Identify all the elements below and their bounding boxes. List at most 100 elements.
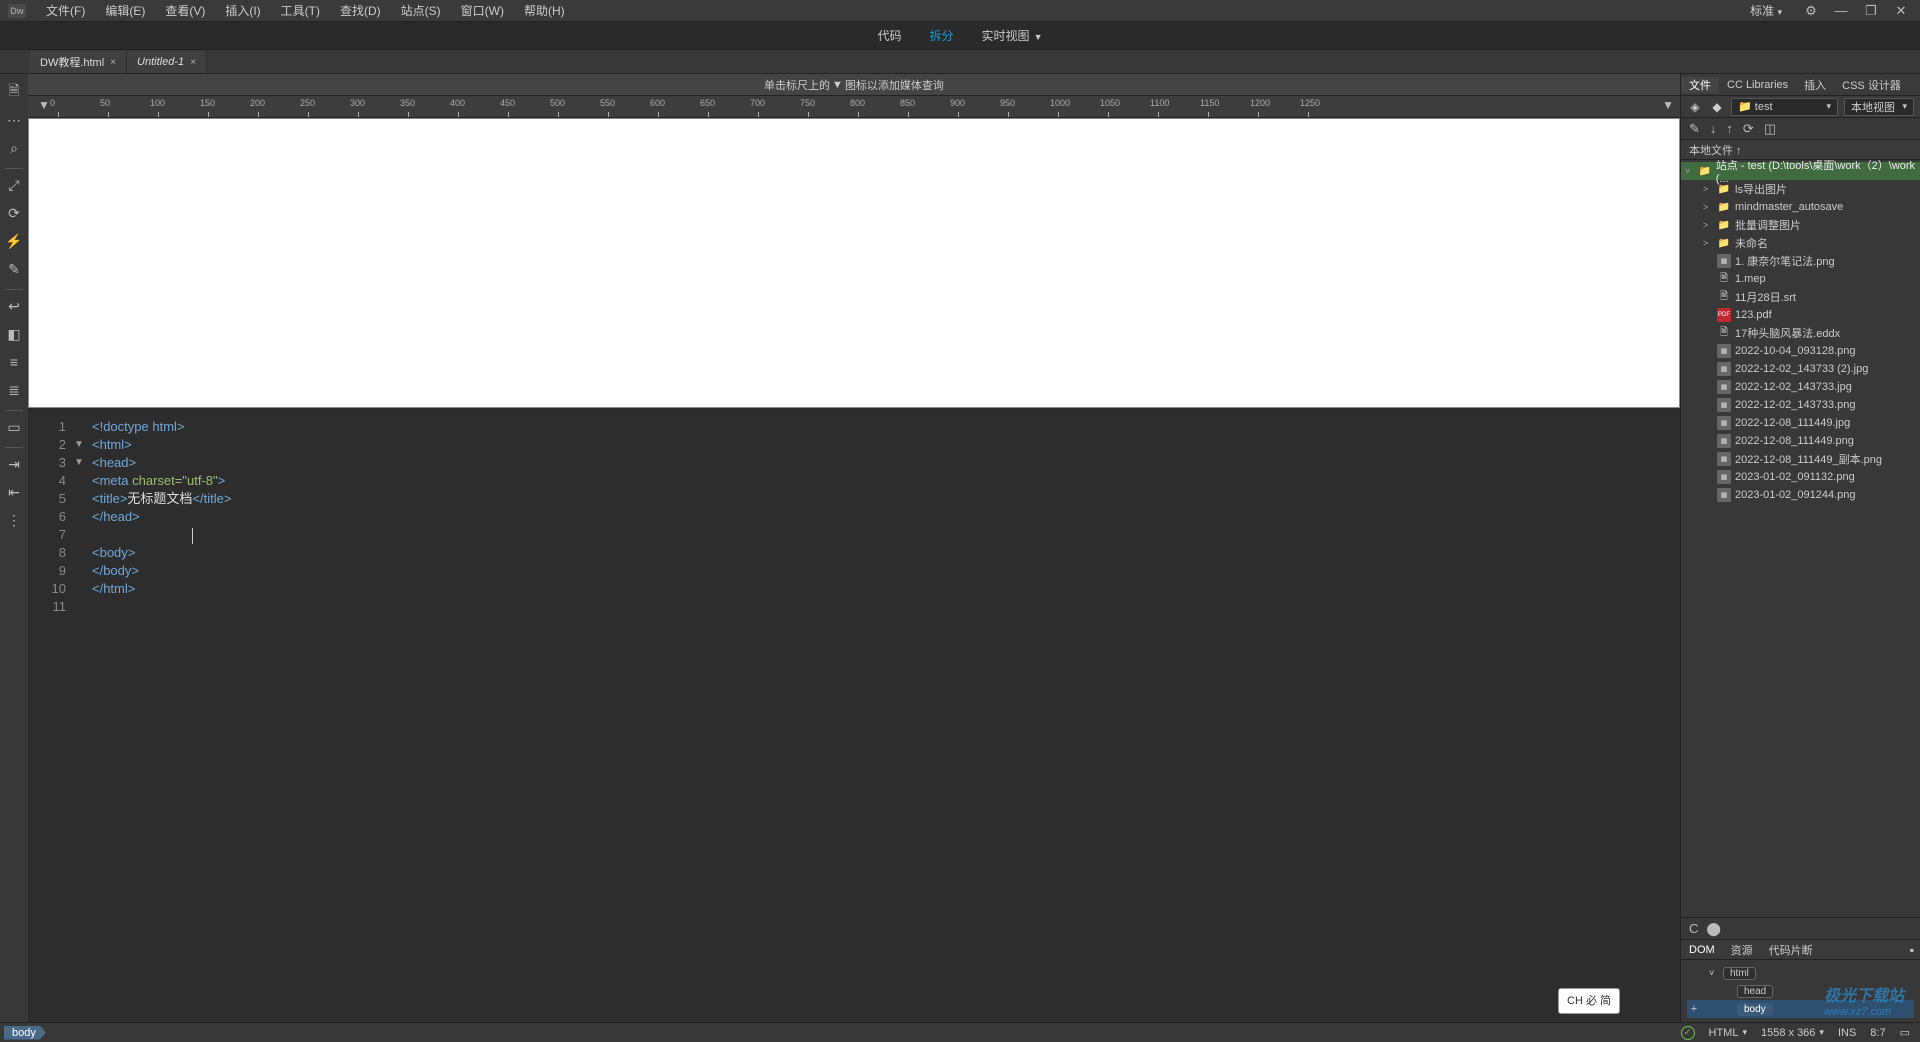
site-dropdown[interactable]: 📁 test▾ — [1731, 98, 1838, 116]
insert-mode[interactable]: INS — [1838, 1027, 1856, 1039]
diamond-icon[interactable]: ◆ — [1709, 99, 1725, 115]
settings-icon[interactable]: ⚙ — [1800, 3, 1822, 19]
preview-icon[interactable]: ▭ — [1900, 1026, 1910, 1039]
dom-node-head[interactable]: head — [1687, 982, 1914, 1000]
menu-工具(T)[interactable]: 工具(T) — [271, 2, 330, 19]
dom-tab-代码片断[interactable]: 代码片断 — [1761, 942, 1821, 958]
file-1. 康奈尔笔记法.png[interactable]: ▦1. 康奈尔笔记法.png — [1681, 252, 1920, 270]
lang-selector[interactable]: HTML▾ — [1709, 1027, 1747, 1039]
file-tree: ˅📁站点 - test (D:\tools\桌面\work（2）\work (.… — [1681, 160, 1920, 917]
more-tool-icon[interactable]: ⋮ — [2, 508, 26, 532]
file-未命名[interactable]: >📁未命名 — [1681, 234, 1920, 252]
refresh-files-icon[interactable]: C — [1689, 921, 1698, 936]
manage-tool-icon[interactable]: ⋯ — [2, 108, 26, 132]
site-root[interactable]: ˅📁站点 - test (D:\tools\桌面\work（2）\work (.… — [1681, 162, 1920, 180]
view-live[interactable]: 实时视图▼ — [976, 25, 1049, 46]
format-tool-icon[interactable]: ≣ — [2, 378, 26, 402]
file-mindmaster_autosave[interactable]: >📁mindmaster_autosave — [1681, 198, 1920, 216]
file-11月28日.srt[interactable]: 🗎11月28日.srt — [1681, 288, 1920, 306]
breadcrumb-body[interactable]: body — [4, 1026, 46, 1040]
sync-icon[interactable]: ⟳ — [1743, 121, 1754, 137]
tab-close-icon[interactable]: × — [110, 57, 116, 68]
file-tool-icon[interactable]: 🗎 — [2, 80, 26, 104]
view-tool-icon[interactable]: ▭ — [2, 415, 26, 439]
local-files-header[interactable]: 本地文件 ↑ — [1681, 140, 1920, 160]
file-123.pdf[interactable]: PDF123.pdf — [1681, 306, 1920, 324]
panel-tab-文件[interactable]: 文件 — [1681, 77, 1719, 93]
maximize-button[interactable]: ❐ — [1860, 3, 1882, 19]
code-editor[interactable]: 1234567891011 ▼▼ <!doctype html><html><h… — [28, 414, 1680, 1022]
design-view[interactable] — [28, 118, 1680, 408]
cursor-position: 8:7 — [1870, 1027, 1885, 1039]
file-2022-12-08_111449.png[interactable]: ▦2022-12-08_111449.png — [1681, 432, 1920, 450]
close-button[interactable]: ✕ — [1890, 3, 1912, 19]
view-split[interactable]: 拆分 — [924, 25, 960, 46]
ruler-left-handle[interactable]: ▼ — [38, 98, 50, 112]
eraser-tool-icon[interactable]: ✎ — [2, 257, 26, 281]
ruler[interactable]: ▼ ▼ 050100150200250300350400450500550600… — [28, 96, 1680, 118]
dom-tree: ˅htmlhead+body — [1681, 960, 1920, 1022]
panel-tab-插入[interactable]: 插入 — [1796, 77, 1834, 93]
expand-panel-icon[interactable]: ◫ — [1764, 121, 1776, 137]
put-icon[interactable]: ↑ — [1726, 121, 1733, 136]
panel-tab-CC Libraries[interactable]: CC Libraries — [1719, 79, 1796, 91]
refresh-tool-icon[interactable]: ⟳ — [2, 201, 26, 225]
list-tool-icon[interactable]: ≡ — [2, 350, 26, 374]
tab-DW教程.html[interactable]: DW教程.html× — [30, 51, 127, 73]
dom-node-body[interactable]: +body — [1687, 1000, 1914, 1018]
ftp-log-icon[interactable]: ⬤ — [1706, 921, 1721, 937]
file-2022-12-02_143733.png[interactable]: ▦2022-12-02_143733.png — [1681, 396, 1920, 414]
outdent-tool-icon[interactable]: ⇤ — [2, 480, 26, 504]
media-query-hint: 单击标尺上的▼图标以添加媒体查询 — [28, 74, 1680, 96]
collapse-tool-icon[interactable]: ◧ — [2, 322, 26, 346]
panel-tab-CSS 设计器[interactable]: CSS 设计器 — [1834, 77, 1909, 93]
ruler-right-handle[interactable]: ▼ — [1662, 98, 1674, 112]
file-2023-01-02_091244.png[interactable]: ▦2023-01-02_091244.png — [1681, 486, 1920, 504]
status-bar: body ✓ HTML▾ 1558 x 366▾ INS 8:7 ▭ — [0, 1022, 1920, 1042]
menu-插入(I)[interactable]: 插入(I) — [215, 2, 270, 19]
wrap-tool-icon[interactable]: ↩ — [2, 294, 26, 318]
no-errors-icon[interactable]: ✓ — [1681, 1026, 1695, 1040]
view-dropdown[interactable]: 本地视图▾ — [1844, 98, 1914, 116]
menu-窗口(W)[interactable]: 窗口(W) — [451, 2, 514, 19]
file-1.mep[interactable]: 🗎1.mep — [1681, 270, 1920, 288]
file-2022-12-08_111449.jpg[interactable]: ▦2022-12-08_111449.jpg — [1681, 414, 1920, 432]
menu-bar: Dw 文件(F)编辑(E)查看(V)插入(I)工具(T)查找(D)站点(S)窗口… — [0, 0, 1920, 22]
get-icon[interactable]: ↓ — [1710, 121, 1717, 136]
ime-indicator: CH 必 简 — [1558, 988, 1620, 1014]
expand-tool-icon[interactable]: ⤢ — [2, 173, 26, 197]
options-tool-icon[interactable]: ⚡ — [2, 229, 26, 253]
dom-node-html[interactable]: ˅html — [1687, 964, 1914, 982]
minimize-button[interactable]: ― — [1830, 3, 1852, 19]
document-tabs: DW教程.html×Untitled-1× — [0, 50, 1920, 74]
menu-站点(S)[interactable]: 站点(S) — [391, 2, 451, 19]
right-panel: 文件CC Libraries插入CSS 设计器 ◈ ◆ 📁 test▾ 本地视图… — [1680, 74, 1920, 1022]
file-2022-12-02_143733 (2).jpg[interactable]: ▦2022-12-02_143733 (2).jpg — [1681, 360, 1920, 378]
file-2022-10-04_093128.png[interactable]: ▦2022-10-04_093128.png — [1681, 342, 1920, 360]
view-switcher: 代码 拆分 实时视图▼ — [0, 22, 1920, 50]
indent-tool-icon[interactable]: ⇥ — [2, 452, 26, 476]
menu-帮助(H)[interactable]: 帮助(H) — [514, 2, 575, 19]
file-2022-12-08_111449_副本.png[interactable]: ▦2022-12-08_111449_副本.png — [1681, 450, 1920, 468]
dom-tab-资源[interactable]: 资源 — [1723, 942, 1761, 958]
workspace-selector[interactable]: 标准 ▾ — [1740, 2, 1792, 19]
dom-add-icon[interactable]: + — [1687, 1003, 1701, 1015]
search-tool-icon[interactable]: ⌕ — [2, 136, 26, 160]
view-code[interactable]: 代码 — [872, 25, 908, 46]
app-logo: Dw — [8, 4, 26, 18]
menu-查看(V)[interactable]: 查看(V) — [155, 2, 215, 19]
define-site-icon[interactable]: ◈ — [1687, 99, 1703, 115]
tab-close-icon[interactable]: × — [190, 57, 196, 68]
tab-Untitled-1[interactable]: Untitled-1× — [127, 51, 207, 73]
file-2022-12-02_143733.jpg[interactable]: ▦2022-12-02_143733.jpg — [1681, 378, 1920, 396]
menu-编辑(E)[interactable]: 编辑(E) — [95, 2, 155, 19]
menu-查找(D)[interactable]: 查找(D) — [330, 2, 391, 19]
file-17种头脑风暴法.eddx[interactable]: 🗎17种头脑风暴法.eddx — [1681, 324, 1920, 342]
connect-icon[interactable]: ✎ — [1689, 121, 1700, 137]
file-2023-01-02_091132.png[interactable]: ▦2023-01-02_091132.png — [1681, 468, 1920, 486]
menu-文件(F)[interactable]: 文件(F) — [36, 2, 95, 19]
file-批量调整图片[interactable]: >📁批量调整图片 — [1681, 216, 1920, 234]
dimensions-selector[interactable]: 1558 x 366▾ — [1761, 1027, 1824, 1039]
dom-tab-DOM[interactable]: DOM — [1681, 944, 1723, 956]
panel-menu-icon[interactable]: ▪ — [1910, 943, 1920, 957]
